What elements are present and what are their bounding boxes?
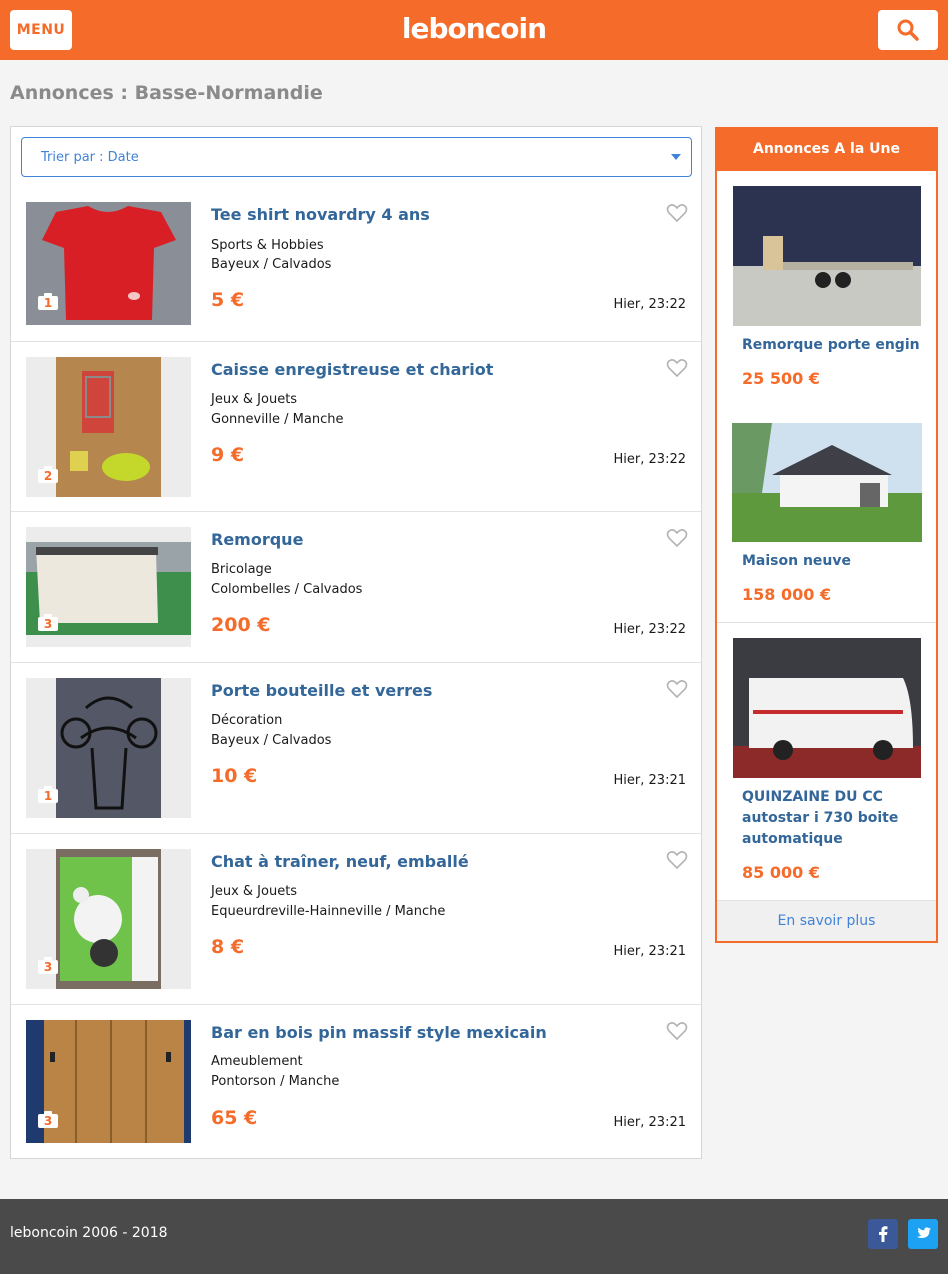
heart-icon[interactable] xyxy=(666,1021,688,1041)
ad-title[interactable]: Bar en bois pin massif style mexicain xyxy=(211,1023,547,1042)
ad-category: Sports & Hobbies xyxy=(211,238,324,253)
facebook-button[interactable] xyxy=(868,1219,898,1249)
featured-ad-image[interactable] xyxy=(733,638,921,778)
ad-location: Gonneville / Manche xyxy=(211,412,344,427)
ad-row[interactable]: 3 Remorque Bricolage Colombelles / Calva… xyxy=(11,512,701,663)
ad-date: Hier, 23:22 xyxy=(613,622,686,637)
ad-category: Jeux & Jouets xyxy=(211,392,298,407)
search-button[interactable] xyxy=(878,10,938,50)
sort-select-label: Trier par : Date xyxy=(41,149,139,165)
ad-date: Hier, 23:22 xyxy=(613,452,686,467)
photo-count-badge: 2 xyxy=(38,466,58,483)
ad-category: Bricolage xyxy=(211,562,272,577)
featured-ad-title[interactable]: Remorque porte engin xyxy=(742,335,922,356)
top-bar: MENU leboncoin xyxy=(0,0,948,60)
ad-location: Equeurdreville-Hainneville / Manche xyxy=(211,904,446,919)
copyright-text: leboncoin 2006 - 2018 xyxy=(10,1225,168,1241)
ad-price: 5 € xyxy=(211,289,245,311)
ad-row[interactable]: 3 Chat à traîner, neuf, emballé Jeux & J… xyxy=(11,834,701,1005)
featured-ad[interactable]: QUINZAINE DU CC autostar i 730 boite aut… xyxy=(717,623,936,900)
heart-icon[interactable] xyxy=(666,679,688,699)
ad-price: 10 € xyxy=(211,765,258,787)
ad-price: 65 € xyxy=(211,1107,258,1129)
ad-date: Hier, 23:22 xyxy=(613,297,686,312)
ad-date: Hier, 23:21 xyxy=(613,773,686,788)
ad-category: Jeux & Jouets xyxy=(211,884,298,899)
caret-down-icon xyxy=(671,154,681,160)
ad-date: Hier, 23:21 xyxy=(613,944,686,959)
photo-count-badge: 3 xyxy=(38,957,58,974)
ad-row[interactable]: 2 Caisse enregistreuse et chariot Jeux &… xyxy=(11,342,701,512)
footer: leboncoin 2006 - 2018 xyxy=(0,1199,948,1274)
heart-icon[interactable] xyxy=(666,203,688,223)
featured-ad-image[interactable] xyxy=(732,423,922,542)
leboncoin-logo[interactable]: leboncoin xyxy=(0,12,948,45)
heart-icon[interactable] xyxy=(666,528,688,548)
ad-thumbnail[interactable]: 3 xyxy=(26,1020,191,1143)
ad-thumbnail[interactable]: 1 xyxy=(26,202,191,325)
ad-title[interactable]: Remorque xyxy=(211,530,303,549)
twitter-button[interactable] xyxy=(908,1219,938,1249)
ad-price: 9 € xyxy=(211,444,245,466)
photo-count-badge: 1 xyxy=(38,293,58,310)
featured-ad[interactable]: Remorque porte engin 25 500 € xyxy=(717,171,936,413)
ad-price: 200 € xyxy=(211,614,271,636)
ad-location: Pontorson / Manche xyxy=(211,1074,340,1089)
ad-row[interactable]: 3 Bar en bois pin massif style mexicain … xyxy=(11,1005,701,1159)
ad-location: Bayeux / Calvados xyxy=(211,257,332,272)
learn-more-link[interactable]: En savoir plus xyxy=(717,900,936,941)
featured-ad-price: 85 000 € xyxy=(742,863,820,882)
sort-select[interactable]: Trier par : Date xyxy=(21,137,692,177)
page-title: Annonces : Basse-Normandie xyxy=(10,82,323,104)
ad-title[interactable]: Caisse enregistreuse et chariot xyxy=(211,360,493,379)
ad-date: Hier, 23:21 xyxy=(613,1115,686,1130)
ad-row[interactable]: 1 Porte bouteille et verres Décoration B… xyxy=(11,663,701,834)
ad-thumbnail[interactable]: 3 xyxy=(26,849,191,989)
featured-ad-image[interactable] xyxy=(733,186,921,326)
ad-thumbnail[interactable]: 3 xyxy=(26,527,191,647)
ad-title[interactable]: Porte bouteille et verres xyxy=(211,681,432,700)
ad-price: 8 € xyxy=(211,936,245,958)
ad-listing: Trier par : Date 1 Tee shirt novardry 4 … xyxy=(10,126,702,1159)
featured-ads-header: Annonces A la Une xyxy=(715,127,938,171)
ad-title[interactable]: Tee shirt novardry 4 ans xyxy=(211,205,430,224)
house-photo xyxy=(732,423,922,542)
featured-ad-title[interactable]: Maison neuve xyxy=(742,551,922,572)
facebook-icon xyxy=(879,1226,888,1242)
ad-thumbnail[interactable]: 1 xyxy=(26,678,191,818)
featured-ad-title[interactable]: QUINZAINE DU CC autostar i 730 boite aut… xyxy=(742,787,922,850)
twitter-icon xyxy=(916,1227,931,1238)
photo-count-badge: 3 xyxy=(38,1111,58,1128)
ad-category: Décoration xyxy=(211,713,283,728)
featured-ad-price: 25 500 € xyxy=(742,369,820,388)
featured-ad[interactable]: Maison neuve 158 000 € xyxy=(717,413,936,623)
ad-row[interactable]: 1 Tee shirt novardry 4 ans Sports & Hobb… xyxy=(11,187,701,342)
camping-car-photo xyxy=(733,638,921,778)
heart-icon[interactable] xyxy=(666,850,688,870)
featured-ads-panel: Annonces A la Une Remorque porte engin 2… xyxy=(715,127,938,943)
ad-thumbnail[interactable]: 2 xyxy=(26,357,191,497)
trailer-machine-photo xyxy=(733,186,921,326)
ad-title[interactable]: Chat à traîner, neuf, emballé xyxy=(211,852,469,871)
photo-count-badge: 1 xyxy=(38,786,58,803)
ad-location: Bayeux / Calvados xyxy=(211,733,332,748)
ad-location: Colombelles / Calvados xyxy=(211,582,363,597)
heart-icon[interactable] xyxy=(666,358,688,378)
featured-ad-price: 158 000 € xyxy=(742,585,832,604)
ad-category: Ameublement xyxy=(211,1054,303,1069)
search-icon xyxy=(897,19,919,41)
photo-count-badge: 3 xyxy=(38,614,58,631)
